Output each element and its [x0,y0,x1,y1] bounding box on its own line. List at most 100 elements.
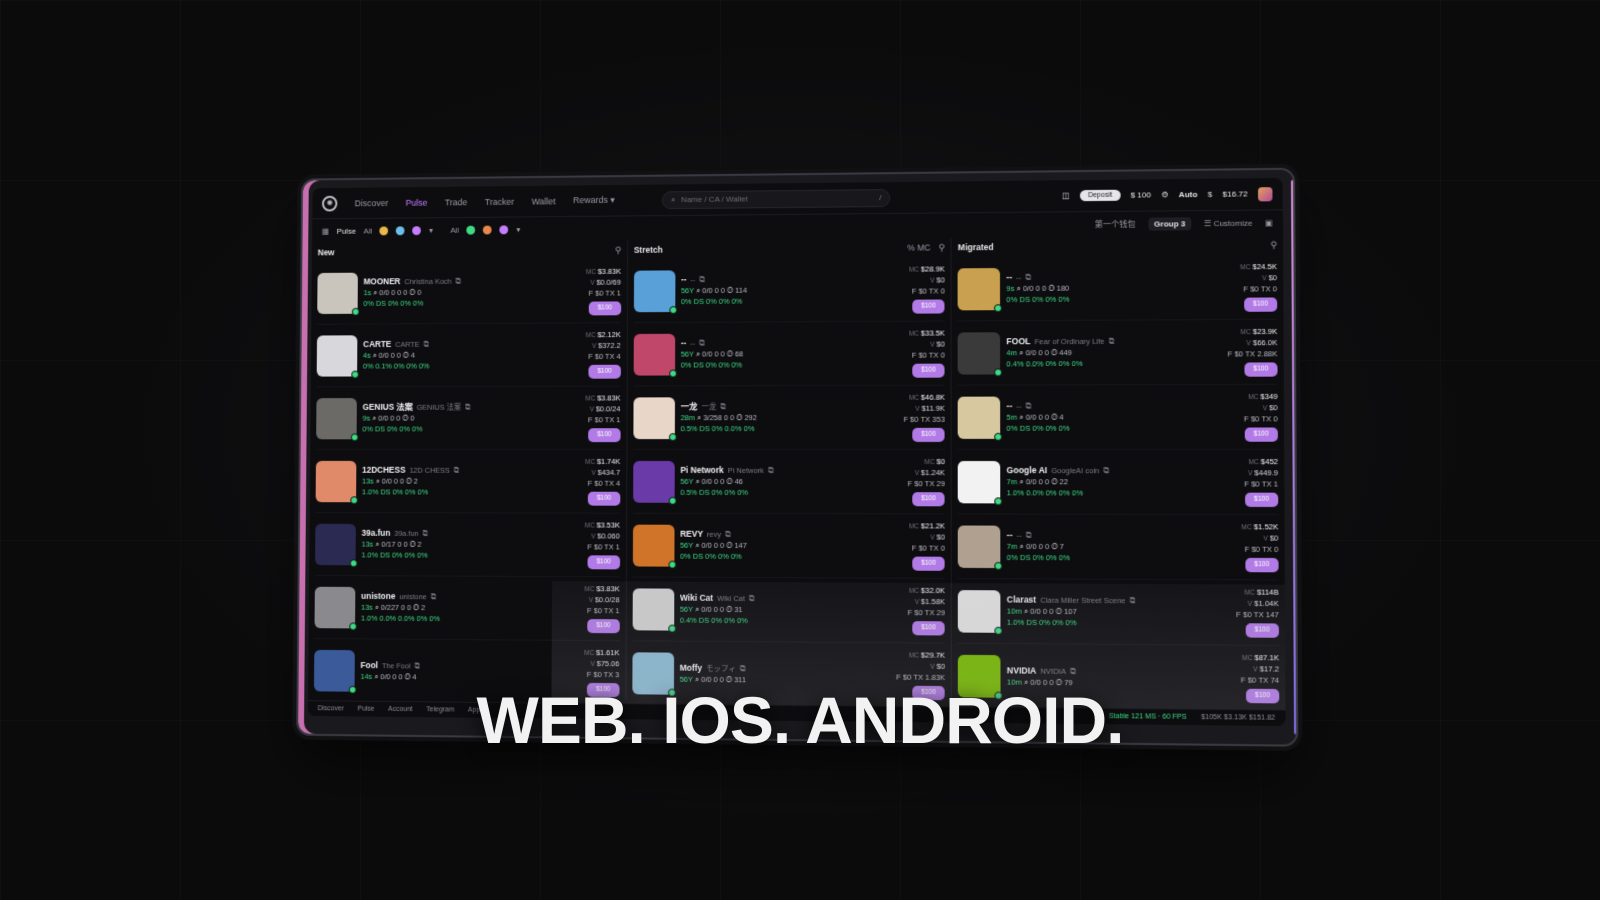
token-image[interactable] [958,268,1000,310]
quick-buy-button[interactable]: $100 [912,428,945,442]
filter-icon[interactable]: ⚲ [615,245,621,256]
token-image[interactable] [317,335,358,376]
copy-icon[interactable]: ⧉ [740,664,745,675]
copy-icon[interactable]: ⧉ [431,592,436,603]
token-ticker[interactable]: unistone [361,590,395,602]
token-image[interactable] [315,523,356,564]
token-row[interactable]: -- -- ⧉ 5m ⌕ 0/0 0 0 ⚇ 4 0% DS 0% 0% 0% … [958,385,1278,450]
copy-icon[interactable]: ⧉ [749,594,754,605]
token-ticker[interactable]: GENIUS 法案 [363,401,413,413]
copy-icon[interactable]: ⧉ [1103,466,1109,477]
token-row[interactable]: Clarast Clara Miller Street Scene ⧉ 10m … [958,579,1279,646]
search-icon[interactable]: ⌕ [1019,477,1023,486]
token-ticker[interactable]: -- [681,273,687,285]
quick-buy-button[interactable]: $100 [587,619,619,633]
filter-all-1[interactable]: All [364,226,373,235]
chevron-down-icon[interactable]: ▾ [516,225,520,234]
token-ticker[interactable]: -- [1007,400,1013,412]
quick-buy-button[interactable]: $100 [912,364,945,378]
search-icon[interactable]: ⌕ [696,286,700,295]
deposit-button[interactable]: Deposit [1080,190,1120,201]
quick-buy-button[interactable]: $100 [912,621,945,635]
token-image[interactable] [633,460,675,502]
token-ticker[interactable]: -- [1007,529,1013,541]
column-sort[interactable]: % MC [907,242,930,253]
search-icon[interactable]: ⌕ [373,351,377,360]
copy-icon[interactable]: ⧉ [455,277,460,288]
token-ticker[interactable]: -- [1006,271,1012,283]
platform-dot-icon[interactable] [500,225,509,234]
token-ticker[interactable]: 12DCHESS [362,464,405,476]
quick-buy-button[interactable]: $100 [588,428,620,441]
search-icon[interactable]: ⌕ [374,672,378,681]
token-ticker[interactable]: MOONER [364,276,401,288]
nav-wallet[interactable]: Wallet [532,196,556,206]
copy-icon[interactable]: ⧉ [725,530,730,541]
token-ticker[interactable]: -- [681,337,687,349]
copy-icon[interactable]: ⧉ [423,340,428,351]
token-image[interactable] [958,332,1000,374]
copy-icon[interactable]: ⧉ [1130,596,1136,607]
token-ticker[interactable]: Pi Network [680,464,724,476]
token-ticker[interactable]: CARTE [363,338,391,350]
wallet-value[interactable]: $16.72 [1223,189,1248,198]
token-ticker[interactable]: Google AI [1007,464,1048,476]
avatar[interactable] [1258,187,1273,201]
token-image[interactable] [633,524,675,566]
token-ticker[interactable]: FOOL [1006,335,1030,347]
token-row[interactable]: 一龙 一龙 ⧉ 28m ⌕ 3/258 0 0 ⚇ 292 0.5% DS 0%… [633,386,945,450]
copy-icon[interactable]: ⧉ [465,403,470,414]
auto-toggle[interactable]: Auto [1179,190,1198,199]
token-image[interactable] [958,590,1001,633]
platform-dot-icon[interactable] [413,226,422,235]
token-row[interactable]: CARTE CARTE ⧉ 4s ⌕ 0/0 0 0 ⚇ 4 0% 0.1% 0… [317,323,621,387]
token-row[interactable]: GENIUS 法案 GENIUS 法案 ⧉ 9s ⌕ 0/0 0 0 ⚇ 0 0… [316,387,620,451]
filter-icon[interactable]: ⚲ [939,242,945,253]
copy-icon[interactable]: ⧉ [454,466,459,477]
settings-icon[interactable]: ⚙ [1161,190,1168,199]
search-icon[interactable]: ⌕ [375,603,379,612]
app-logo-icon[interactable]: ✺ [322,195,337,211]
group-button[interactable]: Group 3 [1148,217,1192,230]
quick-buy-button[interactable]: $100 [588,555,620,568]
token-row[interactable]: Wiki Cat Wiki Cat ⧉ 56Y ⌕ 0/0 0 0 ⚇ 31 0… [632,577,945,643]
token-ticker[interactable]: REVY [680,528,703,540]
nav-pulse[interactable]: Pulse [406,197,428,207]
quick-buy-button[interactable]: $100 [1245,493,1279,507]
nav-rewards[interactable]: Rewards ▾ [573,195,615,206]
token-ticker[interactable]: Moffy [680,661,703,674]
quick-buy-button[interactable]: $100 [1244,428,1278,442]
copy-icon[interactable]: ⧉ [422,529,427,540]
copy-icon[interactable]: ⧉ [1070,666,1076,677]
token-image[interactable] [316,460,357,501]
copy-icon[interactable]: ⧉ [414,661,419,672]
token-image[interactable] [316,398,357,439]
search-icon[interactable]: ⌕ [1019,348,1023,357]
quick-buy-button[interactable]: $100 [588,492,620,505]
nav-discover[interactable]: Discover [355,198,389,208]
search-icon[interactable]: ⌕ [1017,284,1021,293]
platform-dot-icon[interactable] [467,225,476,234]
token-row[interactable]: Pi Network Pi Network ⧉ 56Y ⌕ 0/0 0 0 ⚇ … [633,450,945,514]
token-image[interactable] [633,333,675,375]
search-icon[interactable]: ⌕ [695,605,699,614]
quick-buy-button[interactable]: $100 [1245,558,1279,572]
search-icon[interactable]: ⌕ [375,540,379,549]
copy-icon[interactable]: ⧉ [768,466,773,477]
token-row[interactable]: -- -- ⧉ 56Y ⌕ 0/0 0 0 ⚇ 114 0% DS 0% 0% … [634,257,945,323]
chevron-down-icon[interactable]: ▾ [429,226,433,235]
token-row[interactable]: MOONER Christina Koch ⧉ 1s ⌕ 0/0 0 0 0 ⚇… [317,260,621,325]
filter-all-2[interactable]: All [450,225,459,234]
quick-buy-button[interactable]: $100 [589,365,621,378]
token-row[interactable]: REVY revy ⧉ 56Y ⌕ 0/0 0 0 ⚇ 147 0% DS 0%… [632,514,944,579]
token-ticker[interactable]: Fool [360,659,377,671]
token-image[interactable] [315,586,356,628]
copy-icon[interactable]: ⧉ [1026,531,1031,542]
token-row[interactable]: 39a.fun 39a.fun ⧉ 13s ⌕ 0/17 0 0 ⚇ 2 1.0… [315,513,620,577]
token-row[interactable]: Google AI GoogleAI coin ⧉ 7m ⌕ 0/0 0 0 ⚇… [958,450,1278,515]
token-row[interactable]: -- -- ⧉ 9s ⌕ 0/0 0 0 ⚇ 180 0% DS 0% 0% 0… [958,255,1277,322]
copy-icon[interactable]: ⧉ [699,275,704,286]
quick-buy-button[interactable]: $100 [912,557,945,571]
customize-button[interactable]: ☰ Customize [1204,218,1253,228]
search-input[interactable]: ⌕ Name / CA / Wallet / [662,189,890,209]
